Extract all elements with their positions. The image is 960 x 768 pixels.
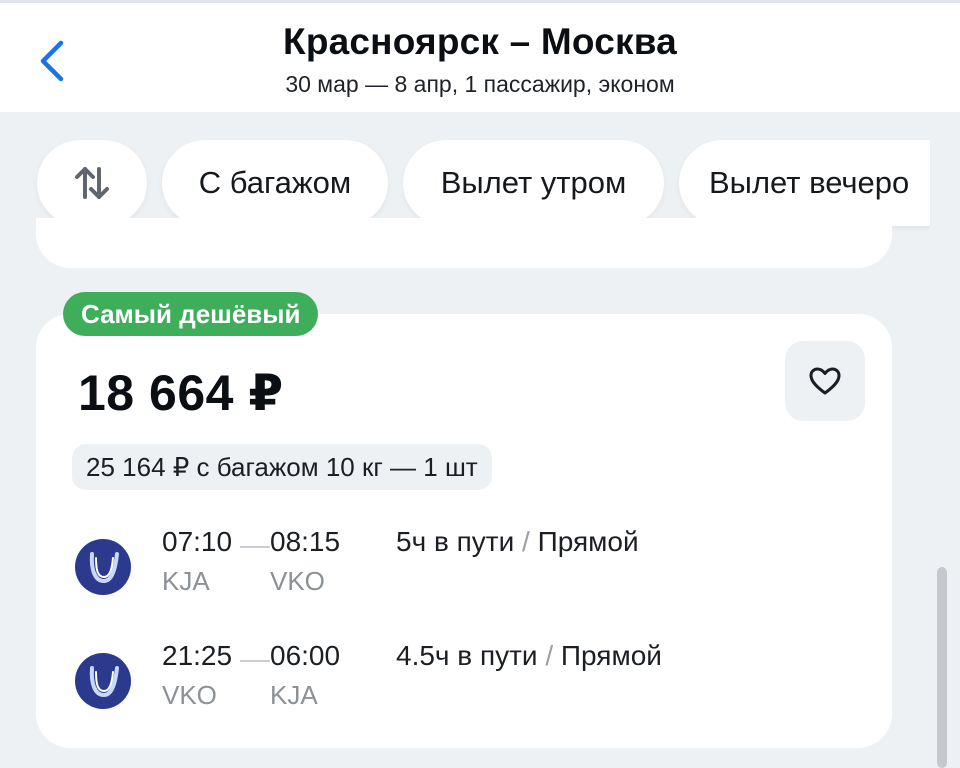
flight-type: Прямой bbox=[537, 526, 639, 557]
departure-airport: VKO bbox=[162, 680, 217, 710]
departure-airport: KJA bbox=[162, 566, 210, 596]
trip-summary: 30 мар — 8 апр, 1 пассажир, эконом bbox=[285, 71, 675, 97]
duration-text: 4.5ч в пути bbox=[396, 640, 538, 671]
duration-separator: / bbox=[545, 640, 554, 671]
arrival-time: 06:00 bbox=[270, 640, 341, 671]
flight-type: Прямой bbox=[560, 640, 662, 671]
heart-icon bbox=[809, 367, 841, 395]
cheapest-badge: Самый дешёвый bbox=[63, 292, 319, 336]
arrival-time: 08:15 bbox=[270, 526, 341, 557]
filter-chip-evening[interactable]: Вылет вечеро bbox=[679, 140, 930, 226]
time-separator bbox=[240, 660, 270, 662]
offer-price: 18 664 ₽ bbox=[78, 365, 284, 421]
filter-chip-morning[interactable]: Вылет утром bbox=[403, 140, 664, 226]
departure-time: 07:10 bbox=[162, 526, 233, 557]
favorite-button[interactable] bbox=[785, 341, 865, 421]
departure-time: 21:25 bbox=[162, 640, 233, 671]
flight-duration: 5ч в пути / Прямой bbox=[396, 526, 639, 558]
flight-segment: 07:10 08:15 KJA VKO 5ч в пути / Прямой bbox=[36, 522, 892, 602]
airline-logo-icon bbox=[75, 539, 131, 595]
time-separator bbox=[240, 546, 270, 548]
scrollbar[interactable] bbox=[937, 567, 947, 768]
header: Красноярск – Москва 30 мар — 8 апр, 1 па… bbox=[0, 0, 960, 112]
offer-card[interactable]: 18 664 ₽ 25 164 ₽ с багажом 10 кг — 1 шт… bbox=[36, 314, 892, 748]
filter-chip-baggage[interactable]: С багажом bbox=[162, 140, 388, 226]
page-title: Красноярск – Москва bbox=[283, 21, 677, 62]
flight-segment: 21:25 06:00 VKO KJA 4.5ч в пути / Прямой bbox=[36, 636, 892, 716]
arrival-airport: KJA bbox=[270, 680, 318, 710]
arrival-airport: VKO bbox=[270, 566, 325, 596]
page: Красноярск – Москва 30 мар — 8 апр, 1 па… bbox=[0, 0, 960, 768]
airline-logo-icon bbox=[75, 653, 131, 709]
sort-arrows-icon bbox=[75, 167, 109, 199]
baggage-price-option[interactable]: 25 164 ₽ с багажом 10 кг — 1 шт bbox=[72, 444, 492, 490]
previous-offer-card bbox=[36, 218, 892, 268]
duration-separator: / bbox=[522, 526, 530, 557]
sort-button[interactable] bbox=[37, 140, 147, 226]
duration-text: 5ч в пути bbox=[396, 526, 515, 557]
flight-duration: 4.5ч в пути / Прямой bbox=[396, 640, 662, 672]
